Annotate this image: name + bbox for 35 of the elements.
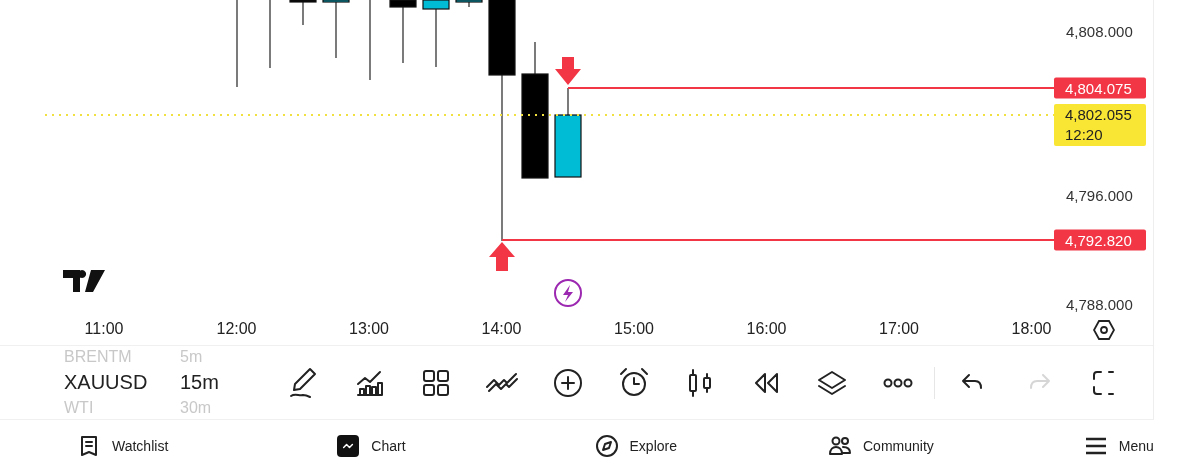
price-label: 4,808.000 xyxy=(1066,23,1133,41)
lightning-icon[interactable] xyxy=(553,279,583,309)
time-label: 17:00 xyxy=(879,320,919,338)
settings-icon[interactable] xyxy=(1093,319,1115,341)
list-icon xyxy=(78,434,100,457)
candle xyxy=(289,0,317,26)
nav-tab[interactable]: Watchlist xyxy=(78,434,169,457)
compass-icon xyxy=(595,434,618,457)
last-price-tag: 4,802.055 12:20 xyxy=(1054,104,1146,146)
nav-tab[interactable]: Explore xyxy=(595,434,677,457)
time-label: 15:00 xyxy=(614,320,654,338)
time-label: 14:00 xyxy=(481,320,522,338)
time-label: 13:00 xyxy=(349,320,389,338)
candle xyxy=(389,0,417,64)
nav-tab[interactable]: Chart xyxy=(337,434,406,457)
buy-arrow-marker xyxy=(489,242,515,271)
time-label: 16:00 xyxy=(746,320,787,338)
time-label: 12:00 xyxy=(216,320,257,338)
nav-tab[interactable]: Community xyxy=(829,434,934,457)
candle xyxy=(422,0,450,68)
people-icon xyxy=(829,434,851,457)
alert-price-tag: 4,792.820 xyxy=(1054,229,1146,251)
price-label: 4,796.000 xyxy=(1066,187,1133,205)
chart-icon xyxy=(337,434,360,457)
price-label: 4,788.000 xyxy=(1066,296,1133,314)
interval-option[interactable]: 15m xyxy=(180,371,219,394)
alert-price-tag: 4,804.075 xyxy=(1054,77,1146,99)
candle xyxy=(455,0,483,8)
nav-tab[interactable]: Menu xyxy=(1084,434,1154,457)
candle xyxy=(322,0,350,59)
sell-arrow-marker xyxy=(555,57,581,85)
symbol-option[interactable]: XAUUSD xyxy=(64,371,180,394)
logo-icon xyxy=(63,270,105,292)
time-label: 11:00 xyxy=(84,320,124,338)
time-label: 18:00 xyxy=(1011,320,1052,338)
